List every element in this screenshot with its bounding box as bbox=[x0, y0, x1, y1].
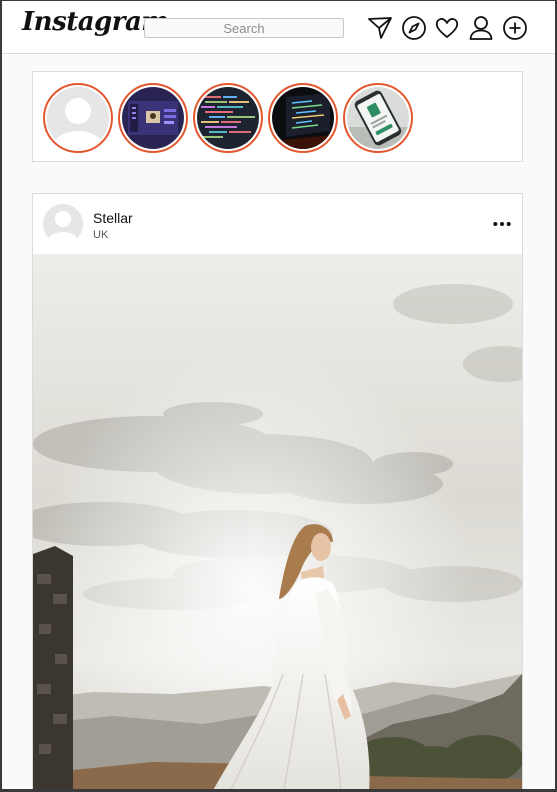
top-nav-bar: Instagram bbox=[2, 1, 555, 54]
stories-tray bbox=[32, 71, 523, 162]
post-author-avatar[interactable] bbox=[43, 204, 83, 244]
send-icon[interactable] bbox=[366, 14, 394, 42]
search-input[interactable] bbox=[144, 18, 344, 38]
story-phone-app[interactable] bbox=[343, 83, 413, 153]
story-dark-laptop[interactable] bbox=[268, 83, 338, 153]
heart-icon[interactable] bbox=[433, 14, 461, 42]
post-username[interactable]: Stellar bbox=[93, 210, 133, 226]
explore-compass-icon[interactable] bbox=[400, 14, 428, 42]
feed-post: Stellar UK bbox=[32, 193, 523, 792]
story-default-avatar[interactable] bbox=[43, 83, 113, 153]
post-location[interactable]: UK bbox=[93, 229, 108, 241]
story-purple-app-screen[interactable] bbox=[118, 83, 188, 153]
post-photo[interactable] bbox=[33, 254, 522, 792]
story-code-screen[interactable] bbox=[193, 83, 263, 153]
add-post-icon[interactable] bbox=[501, 14, 529, 42]
more-options-icon[interactable] bbox=[490, 212, 514, 236]
profile-icon[interactable] bbox=[467, 14, 495, 42]
